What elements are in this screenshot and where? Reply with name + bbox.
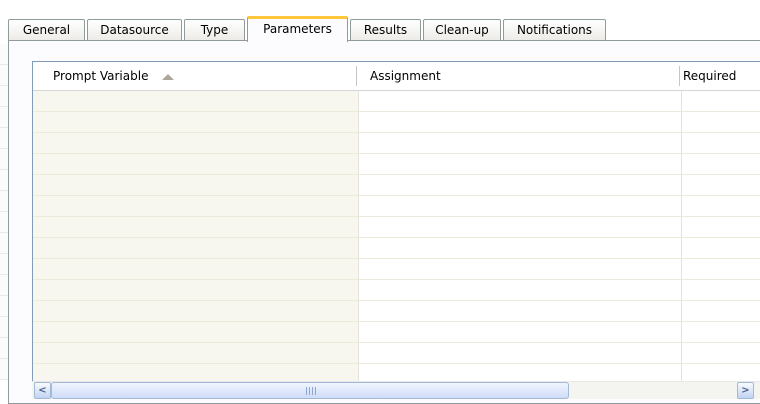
- table-cell[interactable]: [359, 301, 682, 321]
- tab-datasource[interactable]: Datasource: [87, 19, 182, 41]
- table-row[interactable]: [33, 280, 760, 301]
- table-cell[interactable]: [682, 154, 760, 174]
- tab-notifications[interactable]: Notifications: [503, 19, 606, 41]
- table-cell[interactable]: [359, 259, 682, 279]
- table-row[interactable]: [33, 217, 760, 238]
- table-cell[interactable]: [33, 238, 359, 258]
- table-row[interactable]: [33, 112, 760, 133]
- sort-ascending-icon: [162, 73, 175, 80]
- tab-bar: General Datasource Type Parameters Resul…: [8, 16, 760, 42]
- table-row[interactable]: [33, 196, 760, 217]
- table-cell[interactable]: [359, 175, 682, 195]
- table-cell[interactable]: [682, 322, 760, 342]
- column-header-label: Assignment: [370, 69, 441, 83]
- table-row[interactable]: [33, 154, 760, 175]
- table-cell[interactable]: [682, 196, 760, 216]
- table-row[interactable]: [33, 133, 760, 154]
- column-header-prompt-variable[interactable]: Prompt Variable: [33, 62, 358, 90]
- table-cell[interactable]: [682, 175, 760, 195]
- table-body: [33, 91, 760, 382]
- tab-results[interactable]: Results: [350, 19, 421, 41]
- table-cell[interactable]: [33, 112, 359, 132]
- column-header-label: Required: [683, 69, 737, 83]
- scroll-right-button[interactable]: >: [737, 382, 754, 399]
- column-resize-handle[interactable]: [679, 66, 680, 86]
- table-cell[interactable]: [682, 217, 760, 237]
- table-row[interactable]: [33, 343, 760, 364]
- table-cell[interactable]: [33, 91, 359, 111]
- tab-general[interactable]: General: [8, 19, 85, 41]
- tab-clean-up[interactable]: Clean-up: [423, 19, 501, 41]
- table-row[interactable]: [33, 259, 760, 280]
- table-cell[interactable]: [682, 343, 760, 363]
- table-cell[interactable]: [682, 91, 760, 111]
- table-row[interactable]: [33, 91, 760, 112]
- table-cell[interactable]: [33, 343, 359, 363]
- table-cell[interactable]: [359, 196, 682, 216]
- table-cell[interactable]: [682, 280, 760, 300]
- table-cell[interactable]: [33, 133, 359, 153]
- table-cell[interactable]: [682, 133, 760, 153]
- table-cell[interactable]: [359, 154, 682, 174]
- parameters-table: Prompt Variable Assignment Required: [32, 61, 760, 382]
- table-cell[interactable]: [33, 322, 359, 342]
- table-row[interactable]: [33, 301, 760, 322]
- horizontal-scrollbar[interactable]: < >: [32, 381, 760, 399]
- table-row[interactable]: [33, 238, 760, 259]
- table-row[interactable]: [33, 364, 760, 382]
- tab-type[interactable]: Type: [184, 19, 245, 41]
- table-row[interactable]: [33, 175, 760, 196]
- table-cell[interactable]: [33, 301, 359, 321]
- column-resize-handle[interactable]: [356, 66, 357, 86]
- table-cell[interactable]: [33, 259, 359, 279]
- column-header-assignment[interactable]: Assignment: [359, 62, 681, 90]
- table-cell[interactable]: [359, 322, 682, 342]
- scroll-left-button[interactable]: <: [34, 382, 51, 399]
- table-cell[interactable]: [682, 301, 760, 321]
- table-cell[interactable]: [682, 259, 760, 279]
- table-cell[interactable]: [359, 280, 682, 300]
- table-cell[interactable]: [33, 364, 359, 382]
- table-cell[interactable]: [33, 175, 359, 195]
- table-cell[interactable]: [359, 343, 682, 363]
- table-header: Prompt Variable Assignment Required: [33, 62, 760, 91]
- thumb-grip-icon: [306, 387, 316, 395]
- column-header-required[interactable]: Required: [682, 62, 760, 90]
- table-cell[interactable]: [359, 91, 682, 111]
- table-cell[interactable]: [33, 280, 359, 300]
- table-cell[interactable]: [682, 364, 760, 382]
- table-row[interactable]: [33, 322, 760, 343]
- scrollbar-thumb[interactable]: [51, 382, 569, 399]
- table-cell[interactable]: [682, 238, 760, 258]
- column-header-label: Prompt Variable: [53, 69, 149, 83]
- table-cell[interactable]: [359, 133, 682, 153]
- table-cell[interactable]: [33, 154, 359, 174]
- tab-parameters[interactable]: Parameters: [247, 16, 348, 42]
- table-cell[interactable]: [359, 238, 682, 258]
- table-cell[interactable]: [359, 364, 682, 382]
- table-cell[interactable]: [359, 217, 682, 237]
- table-cell[interactable]: [33, 217, 359, 237]
- table-cell[interactable]: [33, 196, 359, 216]
- table-cell[interactable]: [682, 112, 760, 132]
- table-cell[interactable]: [359, 112, 682, 132]
